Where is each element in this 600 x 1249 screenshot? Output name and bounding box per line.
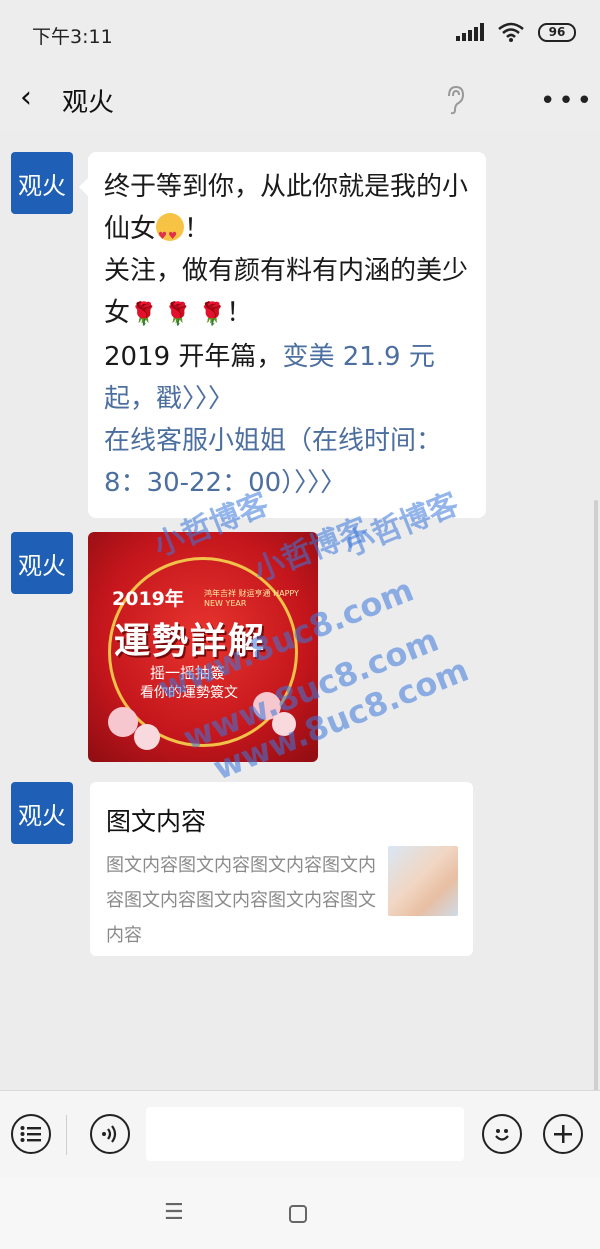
chat-header: ‹ 观火 ••• — [0, 66, 600, 130]
system-navigation: ☰ — [0, 1178, 600, 1249]
emoji-icon — [495, 1129, 509, 1141]
chat-title: 观火 — [62, 88, 115, 118]
message-line: 2019 开年篇， — [104, 342, 283, 372]
flower-decoration — [134, 724, 160, 750]
status-bar: 下午3:11 96 — [0, 0, 600, 66]
article-title: 图文内容 — [106, 807, 207, 836]
input-bar — [0, 1090, 600, 1178]
heart-eyes-emoji-icon — [156, 213, 185, 258]
message-input[interactable] — [146, 1107, 464, 1161]
wifi-icon — [498, 22, 524, 42]
status-time: 下午3:11 — [32, 26, 113, 48]
voice-icon — [102, 1125, 117, 1143]
back-button[interactable]: ‹ — [20, 83, 32, 113]
earpiece-icon[interactable] — [443, 84, 467, 116]
list-icon — [20, 1126, 41, 1142]
article-thumbnail — [388, 846, 458, 916]
battery-icon: 96 — [538, 22, 576, 42]
customer-service-link[interactable]: 在线客服小姐姐（在线时间：8：30-22：00）〉〉〉 — [104, 426, 442, 498]
article-description: 图文内容图文内容图文内容图文内容图文内容图文内容图文内容图文内容 — [106, 855, 376, 946]
text-message-bubble[interactable]: 终于等到你，从此你就是我的小仙女！ 关注，做有颜有料有内涵的美少女🌹 🌹 🌹！ … — [79, 152, 486, 518]
input-divider — [66, 1115, 67, 1155]
add-button[interactable] — [543, 1114, 583, 1154]
signal-icon — [456, 23, 484, 41]
system-menu-button[interactable]: ☰ — [164, 1200, 184, 1225]
menu-button[interactable] — [11, 1114, 51, 1154]
article-card[interactable]: 图文内容 图文内容图文内容图文内容图文内容图文内容图文内容图文内容图文内容 — [90, 782, 473, 956]
more-button[interactable]: ••• — [540, 86, 595, 116]
rose-emoji-icon: 🌹 🌹 🌹 — [130, 302, 227, 327]
emoji-button[interactable] — [482, 1114, 522, 1154]
voice-button[interactable] — [90, 1114, 130, 1154]
avatar[interactable]: 观火 — [11, 152, 73, 214]
avatar[interactable]: 观火 — [11, 532, 73, 594]
chat-area[interactable]: 观火 终于等到你，从此你就是我的小仙女！ 关注，做有颜有料有内涵的美少女🌹 🌹 … — [0, 130, 600, 1220]
plus-icon — [554, 1125, 572, 1143]
avatar[interactable]: 观火 — [11, 782, 73, 844]
system-home-button[interactable] — [289, 1205, 307, 1223]
